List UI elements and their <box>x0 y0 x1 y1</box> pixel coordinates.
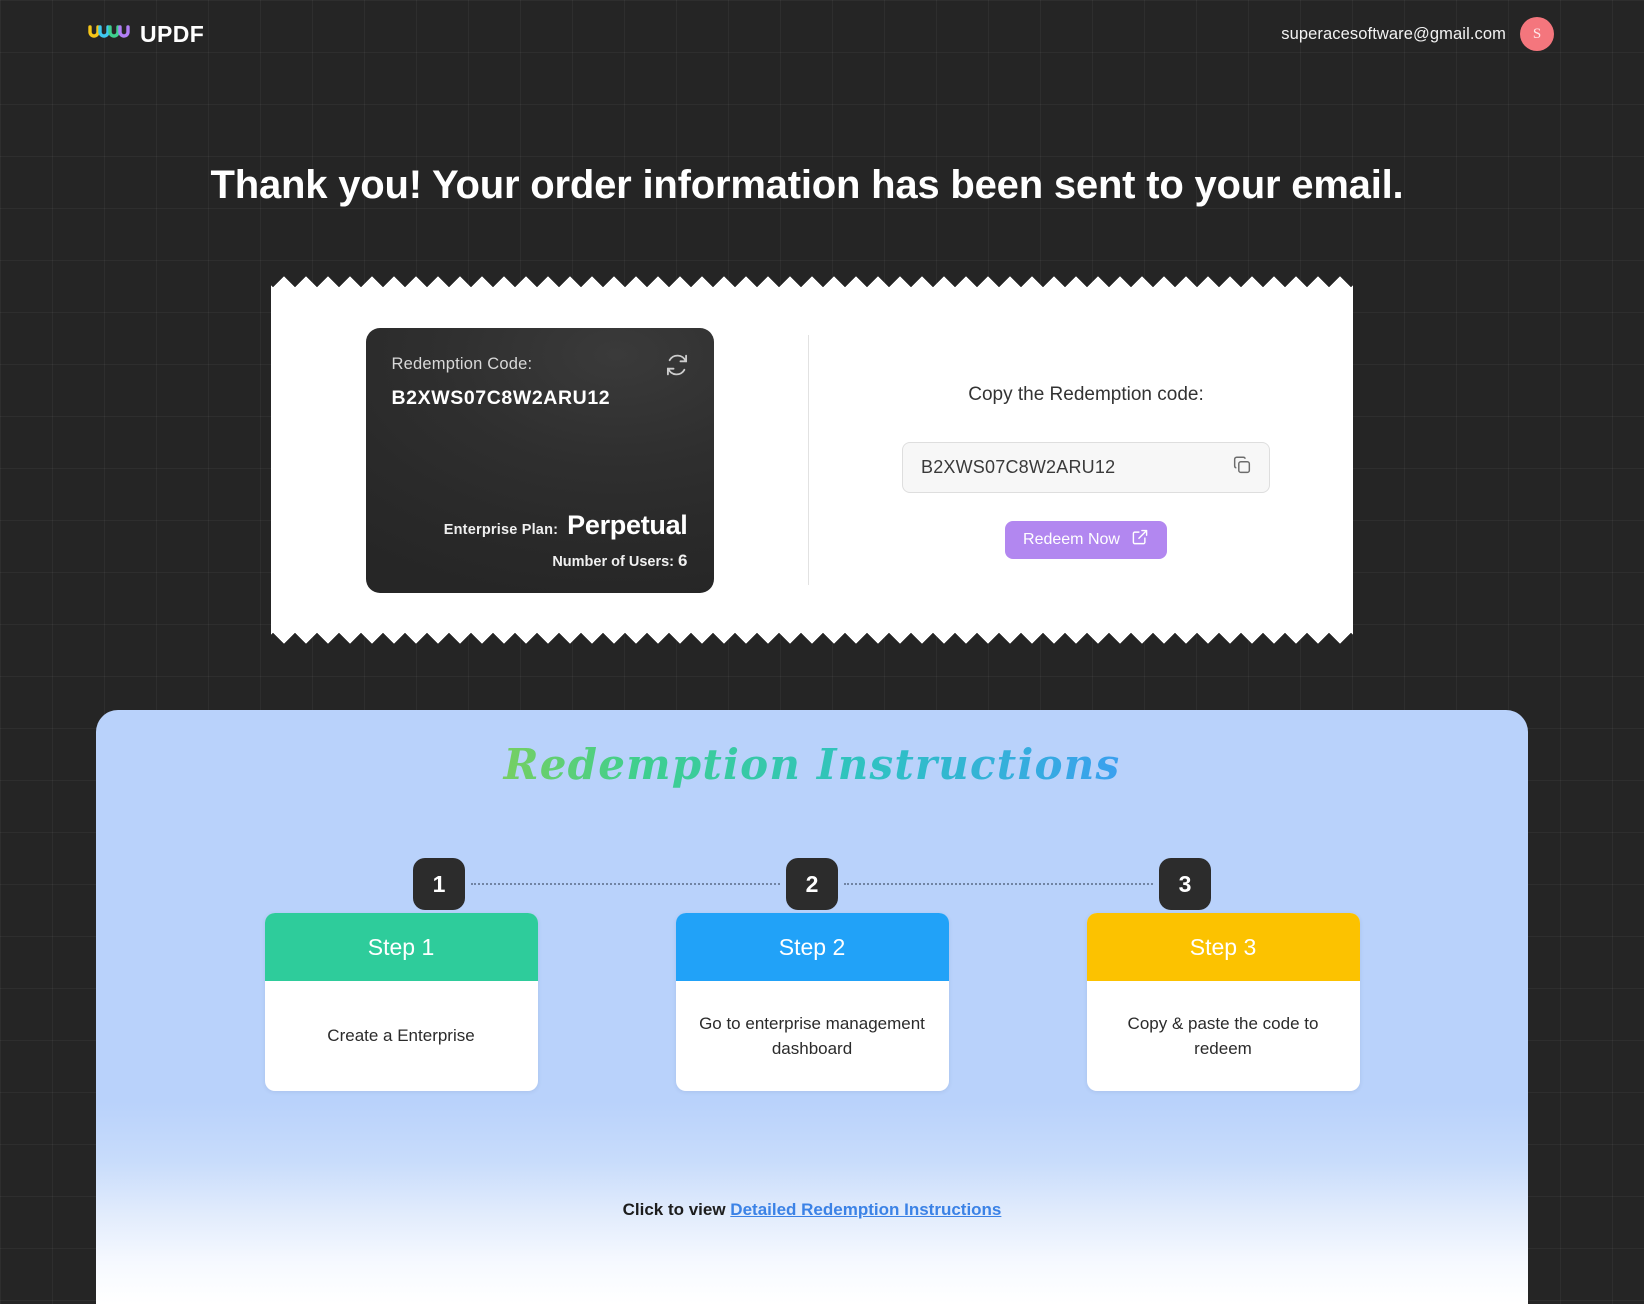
step-card-2-header: Step 2 <box>675 913 949 981</box>
redemption-code-input-value: B2XWS07C8W2ARU12 <box>921 456 1116 477</box>
step-badge-2: 2 <box>786 858 838 910</box>
updf-wave-logo-icon <box>88 24 130 45</box>
top-bar: UPDF superacesoftware@gmail.com S <box>0 0 1644 68</box>
redemption-code-input[interactable]: B2XWS07C8W2ARU12 <box>902 441 1270 493</box>
step-badge-3: 3 <box>1159 858 1211 910</box>
step-card-1-body: Create a Enterprise <box>327 1026 475 1046</box>
detailed-instructions-link[interactable]: Detailed Redemption Instructions <box>730 1200 1001 1219</box>
step-card-3: Step 3 Copy & paste the code to redeem <box>1086 913 1360 1091</box>
users-line: Number of Users: 6 <box>392 550 688 571</box>
redemption-code-label: Redemption Code: <box>391 354 533 373</box>
voucher-ticket: Redemption Code: B2XWS07C8W2ARU12 Enterp… <box>271 276 1519 870</box>
users-label: Number of Users: <box>552 553 674 570</box>
copy-panel-title: Copy the Redemption code: <box>968 383 1204 405</box>
account-email: superacesoftware@gmail.com <box>1281 24 1506 43</box>
users-count: 6 <box>678 550 688 570</box>
step-connector-2 <box>844 883 1153 885</box>
footer-link-row: Click to view Detailed Redemption Instru… <box>96 1200 1528 1220</box>
brand-name: UPDF <box>140 20 205 47</box>
account-area[interactable]: superacesoftware@gmail.com S <box>1281 17 1614 51</box>
copy-icon[interactable] <box>1231 454 1253 481</box>
step-card-3-header: Step 3 <box>1086 913 1360 981</box>
redeem-now-button[interactable]: Redeem Now <box>1005 520 1167 559</box>
ticket-left-section: Redemption Code: B2XWS07C8W2ARU12 Enterp… <box>271 327 808 593</box>
copy-redemption-panel: Copy the Redemption code: B2XWS07C8W2ARU… <box>809 362 1353 559</box>
steps-badge-track: 1 2 3 <box>96 858 1528 910</box>
plan-summary: Enterprise Plan: Perpetual Number of Use… <box>392 510 688 571</box>
redeem-now-label: Redeem Now <box>1023 530 1120 548</box>
step-cards: Step 1 Create a Enterprise Step 2 Go to … <box>96 913 1528 1091</box>
plan-value: Perpetual <box>567 509 688 540</box>
step-card-1-header: Step 1 <box>264 913 538 981</box>
step-badge-1: 1 <box>413 858 465 910</box>
step-card-1: Step 1 Create a Enterprise <box>264 913 538 1091</box>
plan-label: Enterprise Plan: <box>443 521 559 538</box>
refresh-icon[interactable] <box>664 352 690 378</box>
redemption-code-value: B2XWS07C8W2ARU12 <box>391 386 611 409</box>
step-card-3-body: Copy & paste the code to redeem <box>1127 1013 1319 1059</box>
step-card-2: Step 2 Go to enterprise management dashb… <box>675 913 949 1091</box>
footer-prefix: Click to view <box>622 1200 731 1219</box>
external-link-icon <box>1131 528 1149 551</box>
step-card-2-body: Go to enterprise management dashboard <box>699 1013 925 1059</box>
avatar[interactable]: S <box>1520 17 1554 51</box>
step-connector-1 <box>471 883 780 885</box>
redemption-code-card: Redemption Code: B2XWS07C8W2ARU12 Enterp… <box>365 327 714 593</box>
redemption-instructions-panel: Redemption Instructions 1 2 3 Step 1 Cre… <box>96 710 1528 1304</box>
brand-logo[interactable]: UPDF <box>88 21 204 48</box>
page-title: Thank you! Your order information has be… <box>210 163 1404 207</box>
instructions-title: Redemption Instructions <box>96 740 1528 789</box>
